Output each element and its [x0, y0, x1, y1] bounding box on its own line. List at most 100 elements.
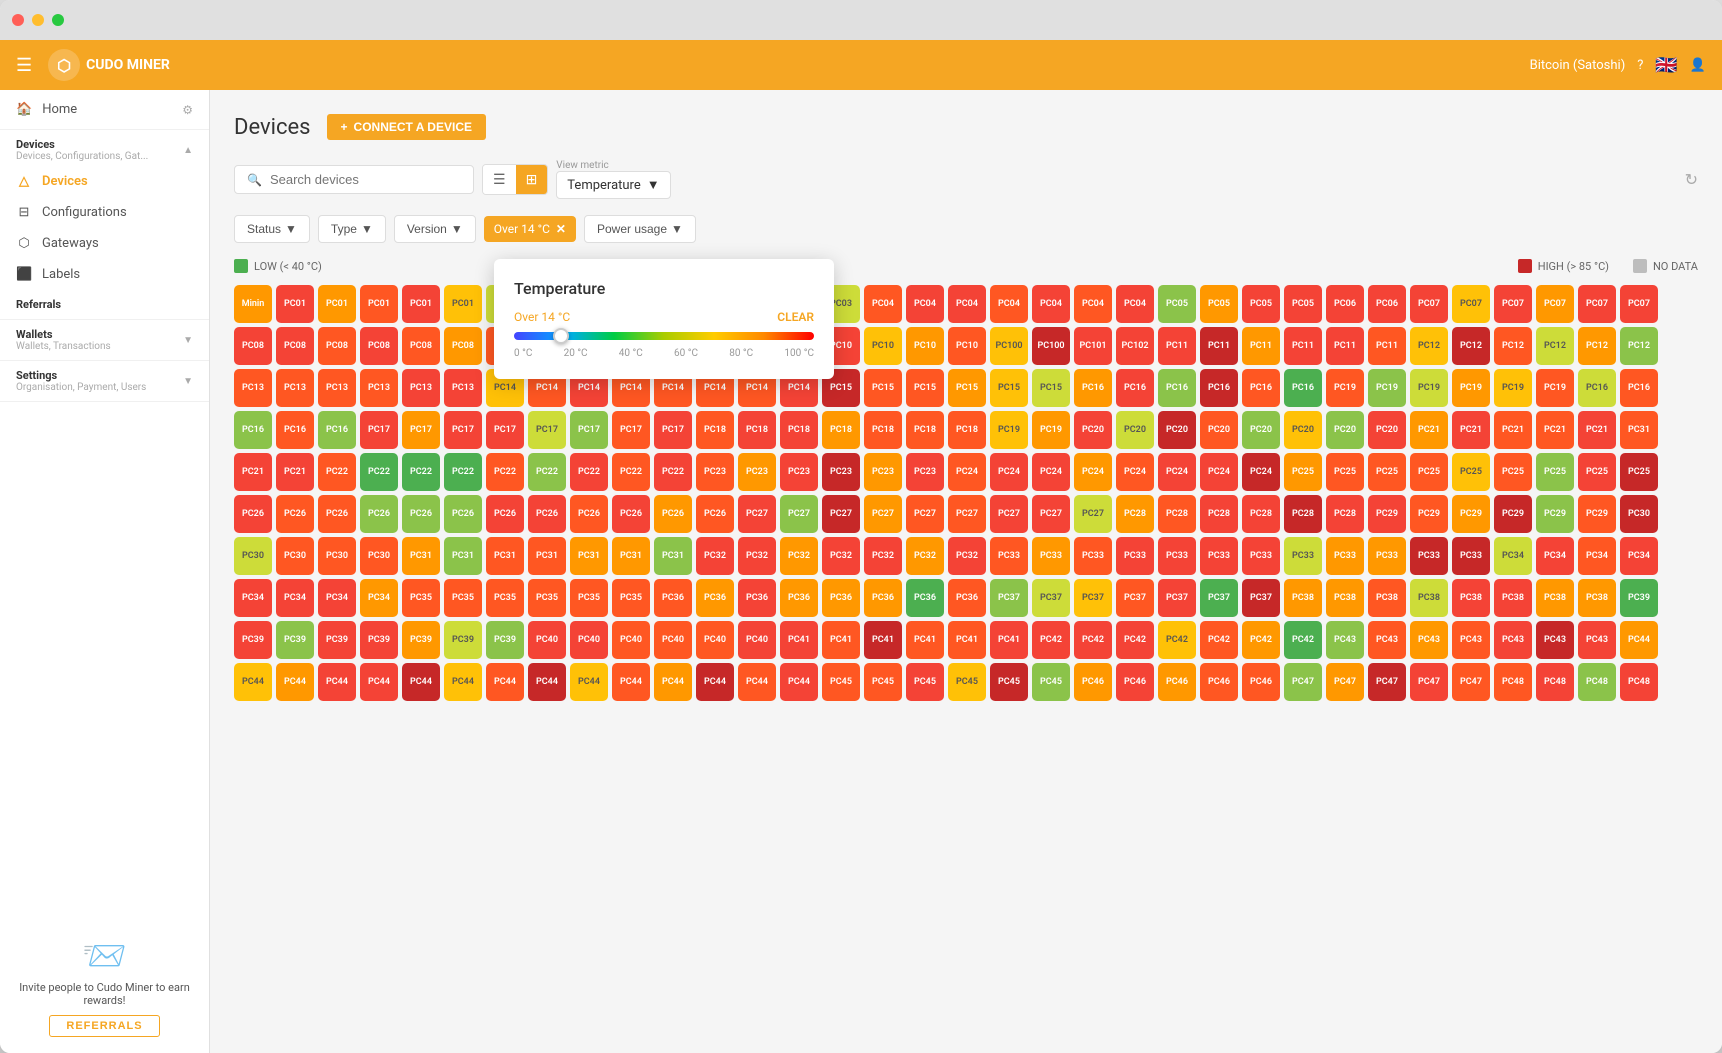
- device-tile[interactable]: PC12: [1410, 327, 1448, 365]
- device-tile[interactable]: PC25: [1536, 453, 1574, 491]
- device-tile[interactable]: PC28: [1116, 495, 1154, 533]
- remove-filter-icon[interactable]: ✕: [556, 222, 566, 236]
- device-tile[interactable]: PC11: [1242, 327, 1280, 365]
- device-tile[interactable]: PC37: [1074, 579, 1112, 617]
- device-tile[interactable]: PC05: [1242, 285, 1280, 323]
- device-tile[interactable]: PC33: [1158, 537, 1196, 575]
- connect-device-button[interactable]: + CONNECT A DEVICE: [327, 114, 486, 140]
- device-tile[interactable]: PC20: [1200, 411, 1238, 449]
- device-tile[interactable]: PC26: [570, 495, 608, 533]
- device-tile[interactable]: PC11: [1284, 327, 1322, 365]
- sidebar-item-devices[interactable]: △ Devices: [0, 166, 209, 197]
- device-tile[interactable]: PC44: [402, 663, 440, 701]
- device-tile[interactable]: PC24: [990, 453, 1028, 491]
- device-tile[interactable]: PC31: [570, 537, 608, 575]
- device-tile[interactable]: PC26: [696, 495, 734, 533]
- device-tile[interactable]: PC16: [318, 411, 356, 449]
- device-tile[interactable]: PC26: [486, 495, 524, 533]
- device-tile[interactable]: PC19: [1452, 369, 1490, 407]
- device-tile[interactable]: PC15: [906, 369, 944, 407]
- device-tile[interactable]: PC28: [1158, 495, 1196, 533]
- device-tile[interactable]: PC31: [402, 537, 440, 575]
- device-tile[interactable]: PC37: [1242, 579, 1280, 617]
- device-tile[interactable]: PC33: [990, 537, 1028, 575]
- device-tile[interactable]: PC11: [1368, 327, 1406, 365]
- device-tile[interactable]: PC44: [738, 663, 776, 701]
- device-tile[interactable]: PC04: [864, 285, 902, 323]
- sidebar-item-configurations[interactable]: ⊟ Configurations: [0, 197, 209, 228]
- device-tile[interactable]: PC46: [1242, 663, 1280, 701]
- device-tile[interactable]: PC08: [234, 327, 272, 365]
- device-tile[interactable]: PC16: [1200, 369, 1238, 407]
- device-tile[interactable]: PC33: [1410, 537, 1448, 575]
- device-tile[interactable]: PC06: [1326, 285, 1364, 323]
- device-tile[interactable]: PC27: [822, 495, 860, 533]
- device-tile[interactable]: PC05: [1284, 285, 1322, 323]
- device-tile[interactable]: PC13: [276, 369, 314, 407]
- device-tile[interactable]: PC31: [528, 537, 566, 575]
- device-tile[interactable]: PC29: [1368, 495, 1406, 533]
- device-tile[interactable]: PC39: [318, 621, 356, 659]
- device-tile[interactable]: PC41: [780, 621, 818, 659]
- device-tile[interactable]: PC33: [1200, 537, 1238, 575]
- device-tile[interactable]: PC38: [1368, 579, 1406, 617]
- device-tile[interactable]: PC25: [1368, 453, 1406, 491]
- currency-label[interactable]: Bitcoin (Satoshi): [1530, 58, 1626, 73]
- device-tile[interactable]: PC21: [1536, 411, 1574, 449]
- device-tile[interactable]: PC44: [696, 663, 734, 701]
- settings-label[interactable]: Settings: [16, 369, 146, 382]
- device-tile[interactable]: PC07: [1620, 285, 1658, 323]
- sidebar-item-labels[interactable]: ⬛ Labels: [0, 259, 209, 290]
- close-button[interactable]: [12, 14, 24, 26]
- minimize-button[interactable]: [32, 14, 44, 26]
- device-tile[interactable]: PC38: [1452, 579, 1490, 617]
- device-tile[interactable]: PC12: [1452, 327, 1490, 365]
- device-tile[interactable]: PC31: [612, 537, 650, 575]
- device-tile[interactable]: PC42: [1158, 621, 1196, 659]
- device-tile[interactable]: PC33: [1326, 537, 1364, 575]
- device-tile[interactable]: PC25: [1494, 453, 1532, 491]
- device-tile[interactable]: PC31: [444, 537, 482, 575]
- power-usage-filter[interactable]: Power usage ▼: [584, 215, 696, 243]
- device-tile[interactable]: PC44: [528, 663, 566, 701]
- referrals-label[interactable]: Referrals: [16, 298, 193, 311]
- device-tile[interactable]: PC41: [822, 621, 860, 659]
- device-tile[interactable]: PC34: [1578, 537, 1616, 575]
- device-tile[interactable]: PC46: [1074, 663, 1112, 701]
- device-tile[interactable]: PC45: [990, 663, 1028, 701]
- device-tile[interactable]: PC47: [1410, 663, 1448, 701]
- device-tile[interactable]: PC26: [360, 495, 398, 533]
- device-tile[interactable]: PC05: [1158, 285, 1196, 323]
- device-tile[interactable]: PC45: [864, 663, 902, 701]
- device-tile[interactable]: PC18: [822, 411, 860, 449]
- device-tile[interactable]: PC25: [1326, 453, 1364, 491]
- device-tile[interactable]: PC23: [906, 453, 944, 491]
- device-tile[interactable]: PC07: [1452, 285, 1490, 323]
- device-tile[interactable]: PC17: [486, 411, 524, 449]
- device-tile[interactable]: PC12: [1578, 327, 1616, 365]
- device-tile[interactable]: PC26: [234, 495, 272, 533]
- device-tile[interactable]: PC27: [864, 495, 902, 533]
- device-tile[interactable]: PC39: [276, 621, 314, 659]
- device-tile[interactable]: PC04: [906, 285, 944, 323]
- device-tile[interactable]: PC18: [948, 411, 986, 449]
- sidebar-item-home[interactable]: 🏠 Home: [0, 90, 93, 129]
- device-tile[interactable]: PC17: [402, 411, 440, 449]
- device-tile[interactable]: PC24: [948, 453, 986, 491]
- device-tile[interactable]: PC26: [276, 495, 314, 533]
- device-tile[interactable]: PC05: [1200, 285, 1238, 323]
- device-tile[interactable]: PC101: [1074, 327, 1112, 365]
- device-tile[interactable]: PC33: [1116, 537, 1154, 575]
- device-tile[interactable]: PC38: [1578, 579, 1616, 617]
- device-tile[interactable]: PC31: [1620, 411, 1658, 449]
- device-tile[interactable]: PC35: [402, 579, 440, 617]
- device-tile[interactable]: PC24: [1032, 453, 1070, 491]
- device-tile[interactable]: PC33: [1368, 537, 1406, 575]
- device-tile[interactable]: PC10: [864, 327, 902, 365]
- device-tile[interactable]: PC22: [318, 453, 356, 491]
- device-tile[interactable]: PC44: [570, 663, 608, 701]
- search-input[interactable]: [270, 172, 461, 187]
- device-tile[interactable]: PC36: [738, 579, 776, 617]
- device-tile[interactable]: PC17: [612, 411, 650, 449]
- device-tile[interactable]: Minin: [234, 285, 272, 323]
